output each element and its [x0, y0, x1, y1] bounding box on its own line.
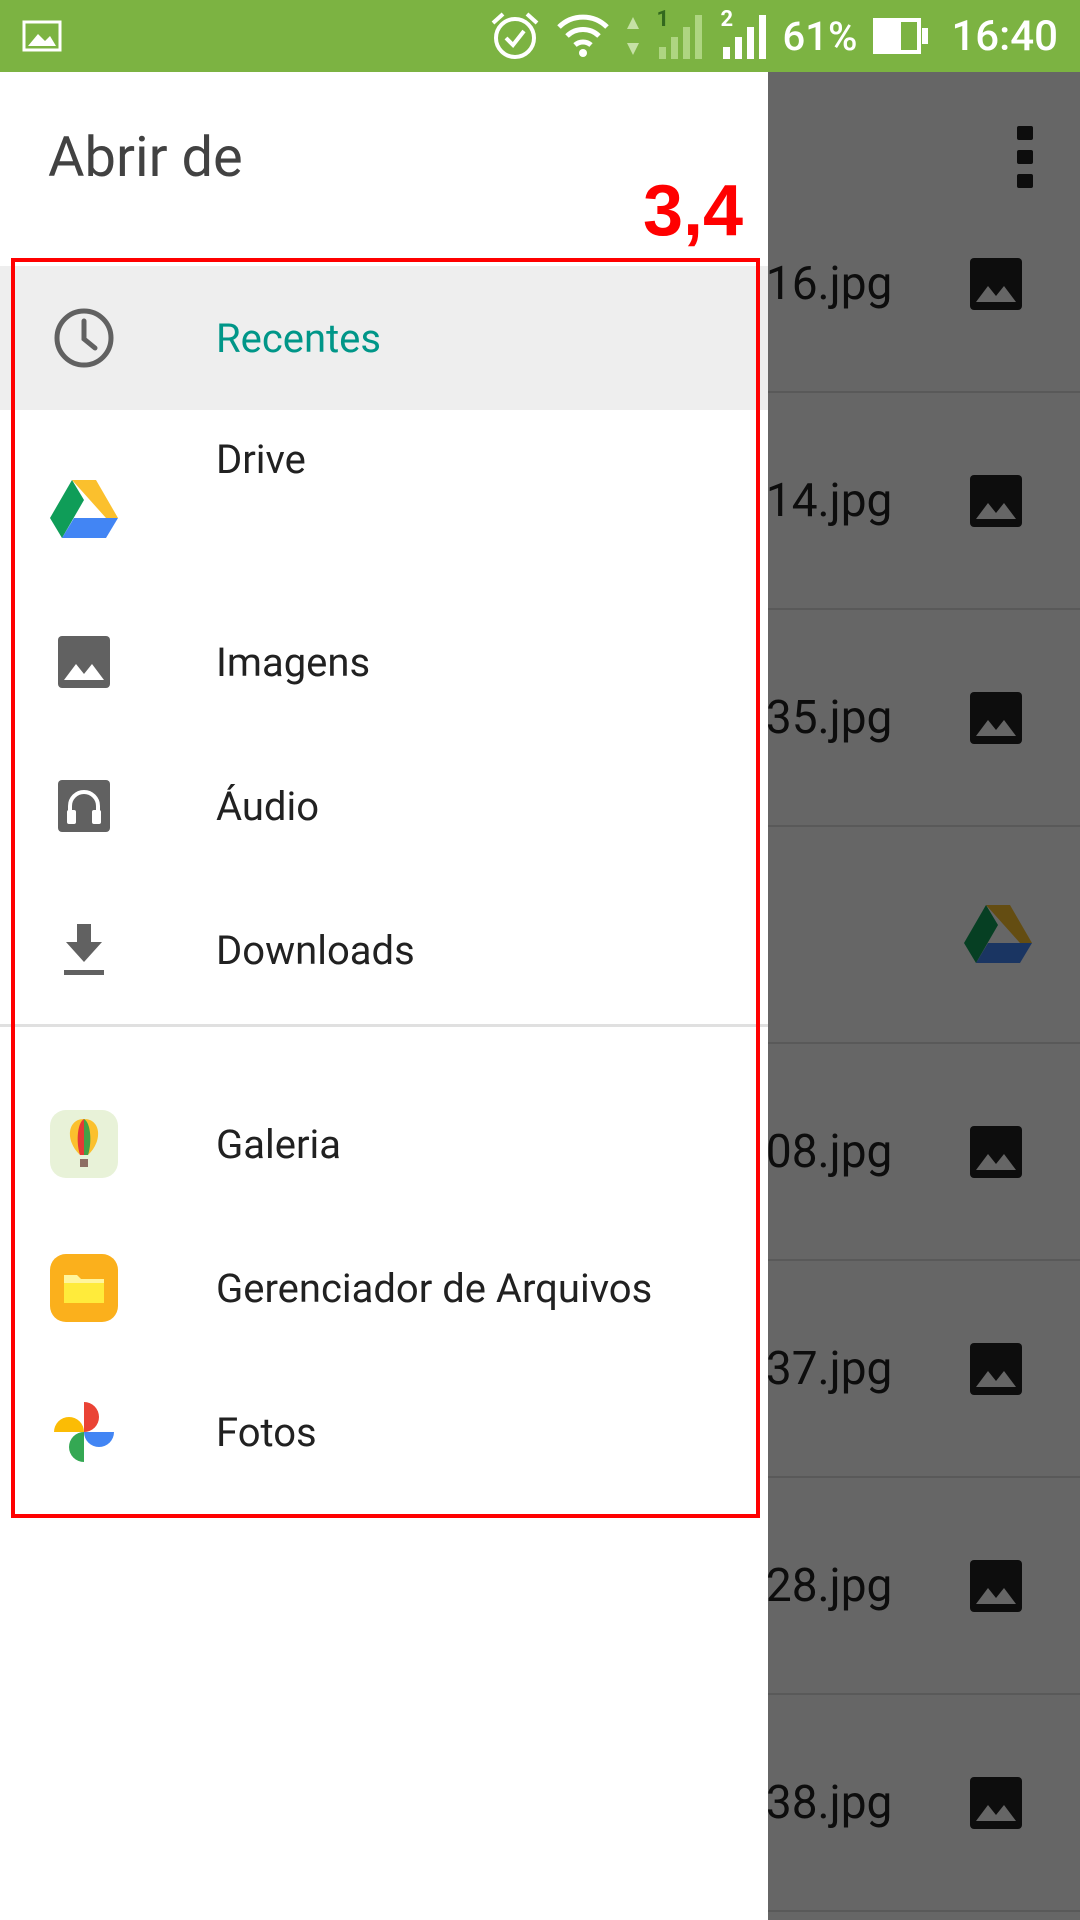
drawer-title: Abrir de [48, 124, 243, 190]
google-drive-icon [48, 474, 120, 546]
root-item-gerenciador-de-arquivos[interactable]: Gerenciador de Arquivos [0, 1216, 768, 1360]
gallery-balloon-icon [48, 1108, 120, 1180]
alarm-clock-icon [491, 12, 538, 59]
root-label: Galeria [216, 1120, 341, 1168]
signal-sim1-icon: 1 [655, 7, 705, 61]
root-label: Áudio [216, 782, 320, 830]
root-label: Gerenciador de Arquivos [216, 1264, 653, 1312]
status-bar: 1 2 61% 16:40 [0, 0, 1080, 72]
image-notification-icon [22, 20, 62, 52]
image-icon [48, 626, 120, 698]
root-item-fotos[interactable]: Fotos [0, 1360, 768, 1504]
root-label: Imagens [216, 638, 371, 686]
annotation-label: 3,4 [643, 171, 744, 251]
battery-percent: 61% [782, 12, 858, 60]
file-manager-folder-icon [48, 1252, 120, 1324]
signal-sim2-icon: 2 [719, 7, 769, 61]
clock-icon [48, 302, 120, 374]
download-icon [48, 914, 120, 986]
clock-time: 16:40 [951, 11, 1058, 61]
battery-icon [873, 18, 929, 54]
data-arrows-icon [626, 17, 639, 55]
roots-drawer: Abrir de Recentes Drive Imagens Áudio Do… [0, 72, 768, 1920]
root-label: Drive [216, 436, 306, 483]
google-photos-pinwheel-icon [48, 1396, 120, 1468]
wifi-icon [556, 14, 609, 57]
root-item-recentes[interactable]: Recentes [0, 266, 768, 410]
root-item-downloads[interactable]: Downloads [0, 878, 768, 1022]
drawer-divider [0, 1024, 768, 1027]
root-label: Recentes [216, 314, 382, 362]
root-item-audio[interactable]: Áudio [0, 734, 768, 878]
root-item-galeria[interactable]: Galeria [0, 1072, 768, 1216]
root-item-drive[interactable]: Drive [0, 410, 768, 590]
root-label: Fotos [216, 1408, 317, 1456]
root-item-imagens[interactable]: Imagens [0, 590, 768, 734]
headphones-icon [48, 770, 120, 842]
root-label: Downloads [216, 926, 415, 974]
